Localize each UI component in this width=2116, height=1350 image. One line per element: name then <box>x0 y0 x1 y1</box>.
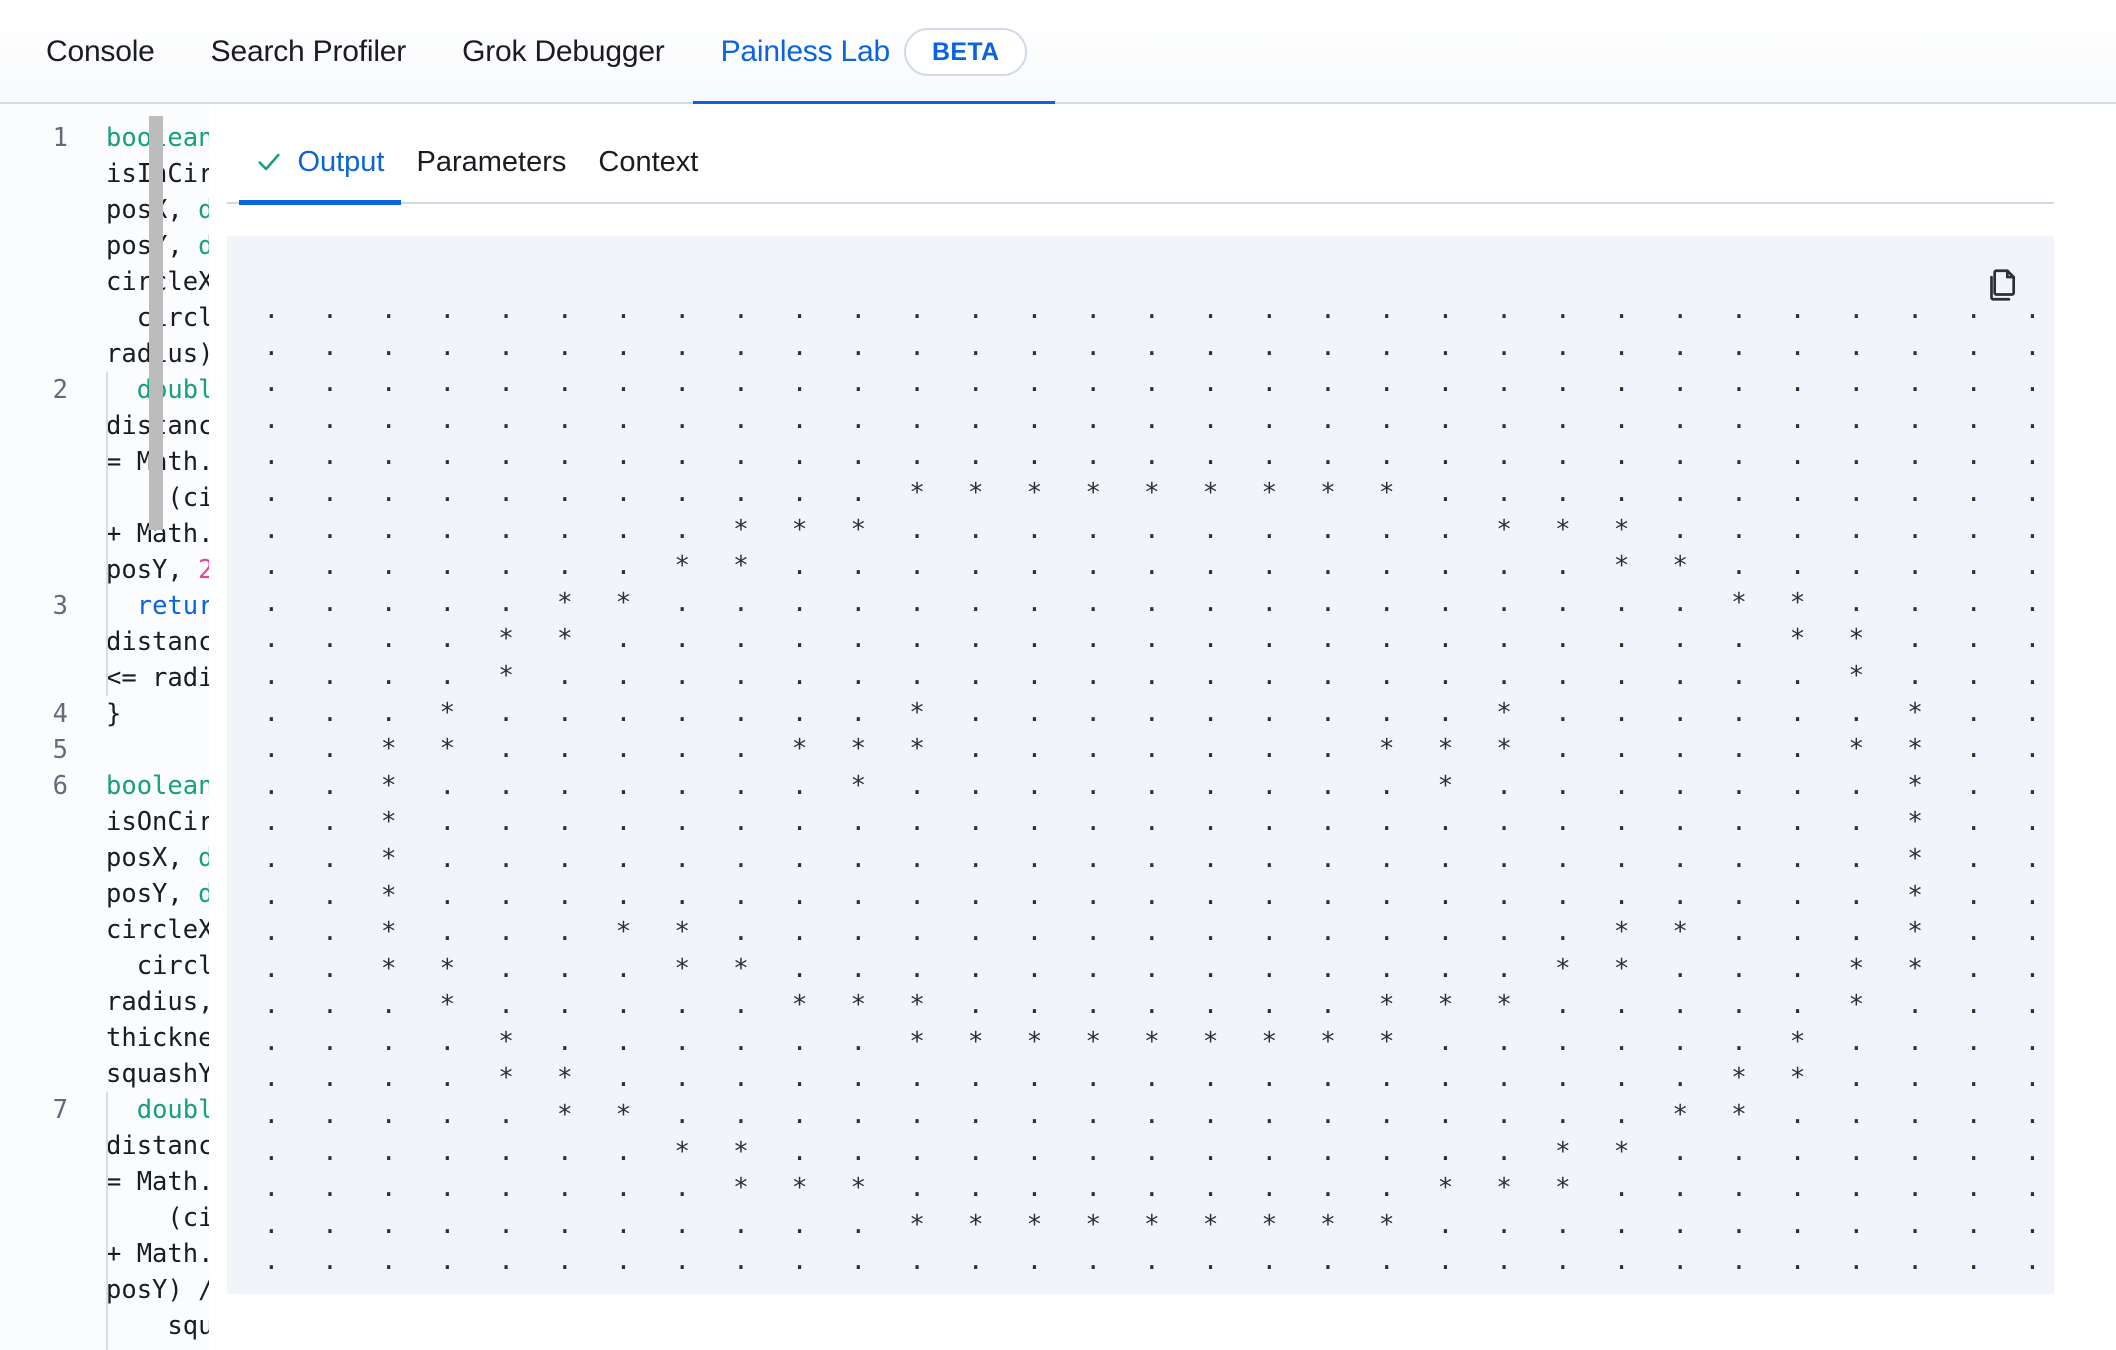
main-split: 1boolean isInCircle(def posX, def posY, … <box>0 104 2116 1350</box>
tab-painless-lab-label: Painless Lab <box>720 35 891 68</box>
code-editor-content[interactable]: 1boolean isInCircle(def posX, def posY, … <box>0 104 209 1350</box>
tab-search-profiler[interactable]: Search Profiler <box>183 0 434 104</box>
code-editor-pane[interactable]: 1boolean isInCircle(def posX, def posY, … <box>0 104 210 1350</box>
code-token: double <box>136 375 210 405</box>
line-number: 1 <box>52 123 68 153</box>
beta-badge: BETA <box>904 28 1028 76</box>
code-line-text[interactable]: return ( <box>68 1344 209 1350</box>
editor-vertical-scrollbar[interactable] <box>149 116 164 1306</box>
code-token: return <box>136 591 210 621</box>
code-token: def <box>198 843 210 873</box>
code-token: def <box>198 195 210 225</box>
code-line: 5 <box>0 732 209 768</box>
copy-icon[interactable] <box>1974 258 2028 312</box>
tab-search-profiler-label: Search Profiler <box>210 35 407 68</box>
tab-painless-lab[interactable]: Painless Lab BETA <box>692 0 1056 106</box>
tab-parameters-label: Parameters <box>416 145 567 178</box>
code-token: double <box>136 1095 210 1125</box>
code-line: 6boolean isOnCircle(def posX, def posY, … <box>0 768 210 1092</box>
tab-context[interactable]: Context <box>582 121 714 203</box>
tab-console-label: Console <box>46 35 155 68</box>
code-token: 2 <box>198 555 210 585</box>
output-tab-bar: Output Parameters Context <box>227 121 2054 205</box>
primary-tab-bar: Console Search Profiler Grok Debugger Pa… <box>0 0 2116 106</box>
code-line-text[interactable]: return distanceFromCircleCenter <= radiu… <box>68 588 209 696</box>
tab-console[interactable]: Console <box>18 0 183 104</box>
code-line: 2 double distanceFromCircleCenter = Math… <box>0 372 209 588</box>
code-line-text[interactable]: double distanceFromCircleCenter = Math.s… <box>68 1092 209 1344</box>
tab-output[interactable]: Output <box>239 121 401 205</box>
code-line: 8 return ( <box>0 1344 209 1350</box>
tab-output-label: Output <box>297 145 385 178</box>
code-line: 3 return distanceFromCircleCenter <= rad… <box>0 588 209 696</box>
code-line-text[interactable]: boolean isInCircle(def posX, def posY, d… <box>68 120 209 372</box>
tab-context-label: Context <box>598 145 699 178</box>
output-pane: Output Parameters Context . . . . . . . … <box>209 104 2116 1350</box>
code-line-text[interactable]: boolean isOnCircle(def posX, def posY, d… <box>68 768 209 1092</box>
output-result-text: . . . . . . . . . . . . . . . . . . . . … <box>263 295 2054 1294</box>
code-line-text[interactable]: } <box>68 696 209 732</box>
line-number: 4 <box>52 699 68 729</box>
tab-grok-debugger-label: Grok Debugger <box>462 35 665 68</box>
code-line-text[interactable]: double distanceFromCircleCenter = Math.s… <box>68 372 209 588</box>
line-number: 5 <box>52 735 68 765</box>
check-icon <box>255 148 283 176</box>
code-token: def <box>198 879 210 909</box>
code-line: 7 double distanceFromCircleCenter = Math… <box>0 1092 209 1344</box>
code-token: } <box>106 699 122 729</box>
line-number: 2 <box>52 375 68 405</box>
line-number: 6 <box>52 771 68 801</box>
tab-grok-debugger[interactable]: Grok Debugger <box>434 0 693 104</box>
tab-parameters[interactable]: Parameters <box>401 121 583 203</box>
line-number: 8 <box>0 1344 68 1350</box>
code-token: def <box>198 231 210 261</box>
code-line: 1boolean isInCircle(def posX, def posY, … <box>0 120 210 372</box>
output-result-container: . . . . . . . . . . . . . . . . . . . . … <box>227 236 2054 1294</box>
line-number: 3 <box>52 591 68 621</box>
editor-scrollbar-thumb[interactable] <box>149 116 164 530</box>
code-line: 4} <box>0 696 209 732</box>
line-number: 7 <box>52 1095 68 1125</box>
